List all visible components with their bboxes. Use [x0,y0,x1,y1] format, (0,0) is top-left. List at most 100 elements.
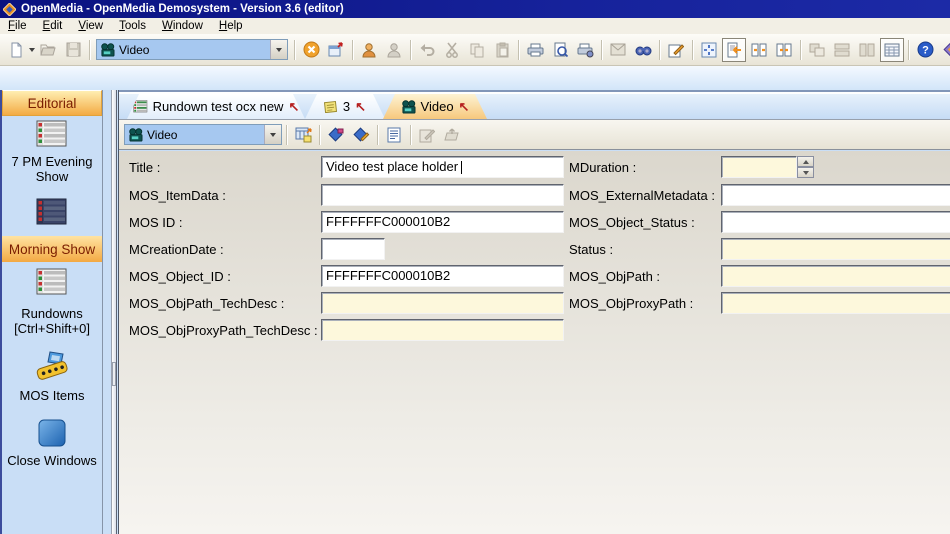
sidebar-item-7pm-evening-show[interactable]: 7 PM Evening Show [2,154,102,184]
copy-button[interactable] [465,38,489,62]
mos-objpath-techdesc-input[interactable] [321,292,564,314]
tile-horizontal-button[interactable] [830,38,854,62]
find-button[interactable] [631,38,655,62]
document-area: Rundown test ocx new ↖ 3 ↖ Video ↖ Video [118,90,950,534]
tab-3[interactable]: 3 ↖ [305,94,385,119]
mduration-spinner[interactable] [797,156,814,178]
mos-itemdata-input[interactable] [321,184,564,206]
status-input[interactable] [721,238,950,260]
mos-objpath-input[interactable] [721,265,950,287]
doc-arrow-button[interactable] [722,38,746,62]
tab-label: Rundown test ocx new [153,99,284,114]
mcreationdate-input[interactable] [321,238,385,260]
field-label-mcreationdate: MCreationDate : [129,242,224,257]
sidebar-item-morning-show[interactable]: Morning Show [2,236,102,262]
sidebar-item-mos-items[interactable]: MOS Items [2,388,102,403]
document-type-select[interactable]: Video [96,39,288,60]
paste-button[interactable] [490,38,514,62]
menu-tools[interactable]: Tools [111,19,154,33]
open-button[interactable] [36,38,60,62]
user-logout-button[interactable] [382,38,406,62]
field-label-mos-id: MOS ID : [129,215,182,230]
mos-objproxypath-input[interactable] [721,292,950,314]
splitter-handle[interactable] [112,362,116,386]
rundown-table-icon [36,120,68,148]
tab-video[interactable]: Video ↖ [383,94,487,119]
splitter-bar[interactable] [111,90,117,534]
print-setup-button[interactable] [573,38,597,62]
red-tab-arrow-icon[interactable]: ↖ [459,100,470,113]
mail-button[interactable] [606,38,630,62]
editor-type-dropdown[interactable] [264,125,281,144]
edit-metadata-button[interactable] [349,123,373,147]
tab-rundown-test-ocx-new[interactable]: Rundown test ocx new ↖ [127,94,305,119]
document-text-button[interactable] [382,123,406,147]
import-item-button[interactable] [440,123,464,147]
mos-object-id-input[interactable]: FFFFFFFC000010B2 [321,265,564,287]
mos-object-status-input[interactable] [721,211,950,233]
user-login-button[interactable] [357,38,381,62]
menu-help[interactable]: Help [211,19,251,33]
separator [692,40,693,60]
print-preview-button[interactable] [548,38,572,62]
doc-arrow-icon [726,42,742,58]
title-input[interactable]: Video test place holder [321,156,564,178]
new-document-button[interactable] [4,38,28,62]
join-docs-button[interactable] [747,38,771,62]
menu-window[interactable]: Window [154,19,211,33]
join-docs-icon [751,42,767,58]
sidebar-item-close-windows[interactable]: Close Windows [2,453,102,468]
mos-objproxypath-techdesc-input[interactable] [321,319,564,341]
mos-id-input[interactable]: FFFFFFFC000010B2 [321,211,564,233]
split-docs-button[interactable] [772,38,796,62]
tab-strip: Rundown test ocx new ↖ 3 ↖ Video ↖ [119,90,950,119]
sidebar-item-rundowns[interactable]: Rundowns [Ctrl+Shift+0] [2,306,102,336]
field-label-mos-objpath: MOS_ObjPath : [569,269,660,284]
notes-icon [324,100,338,113]
undo-button[interactable] [415,38,439,62]
spinner-up-button[interactable] [797,156,814,167]
red-tab-arrow-icon[interactable]: ↖ [355,100,366,113]
close-document-icon [303,41,320,58]
document-type-dropdown[interactable] [270,40,287,59]
separator [294,40,295,60]
tile-vertical-button[interactable] [855,38,879,62]
field-label-mos-objproxypath-techdesc: MOS_ObjProxyPath_TechDesc : [129,323,318,338]
menu-edit[interactable]: Edit [35,19,71,33]
mos-externalmetadata-input[interactable] [721,184,950,206]
find-icon [635,42,652,57]
edit-item-button[interactable] [415,123,439,147]
menu-view[interactable]: View [70,19,111,33]
video-camera-icon [401,100,416,114]
new-window-button[interactable] [324,38,348,62]
new-document-icon [8,42,24,58]
new-document-dropdown[interactable] [29,38,35,62]
grid-view-button[interactable] [880,38,904,62]
menu-file[interactable]: File [0,19,35,33]
save-button[interactable] [61,38,85,62]
sidebar-header[interactable]: Editorial [2,90,102,116]
editor-type-select[interactable]: Video [124,124,282,145]
print-button[interactable] [523,38,547,62]
about-button[interactable] [938,38,950,62]
help-icon: ? [917,41,934,58]
mduration-input[interactable] [721,156,797,178]
cut-button[interactable] [440,38,464,62]
help-button[interactable]: ? [913,38,937,62]
template-button[interactable] [291,123,315,147]
user-icon [386,42,402,58]
spinner-down-button[interactable] [797,167,814,178]
mos-id-value: FFFFFFFC000010B2 [326,214,450,229]
edit-button[interactable] [664,38,688,62]
fit-window-button[interactable] [697,38,721,62]
cascade-button[interactable] [805,38,829,62]
assign-metadata-button[interactable] [324,123,348,147]
red-tab-arrow-icon[interactable]: ↖ [288,100,299,113]
field-label-title: Title : [129,160,160,175]
close-document-button[interactable] [299,38,323,62]
template-icon [295,127,312,143]
open-icon [40,42,57,57]
sidebar-splitter[interactable] [103,90,118,534]
separator [410,40,411,60]
split-docs-icon [776,42,792,58]
